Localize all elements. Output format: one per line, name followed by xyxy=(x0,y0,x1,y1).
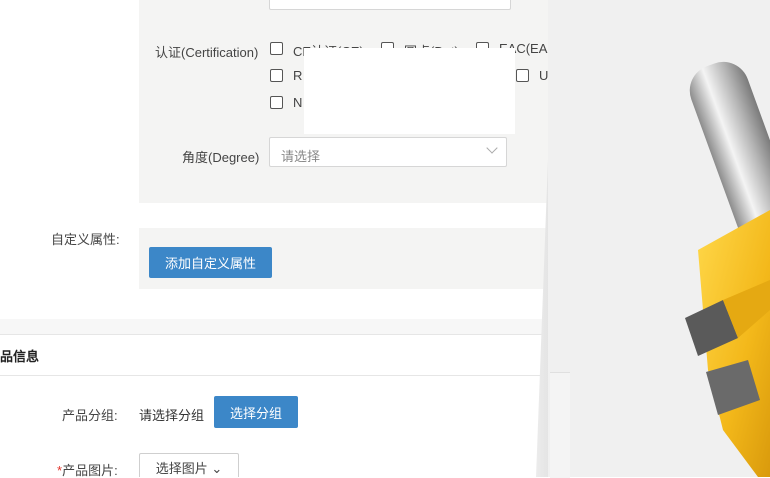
product-group-value: 请选择分组 xyxy=(139,408,205,423)
attribute-input-top[interactable] xyxy=(269,0,511,10)
divider xyxy=(0,334,562,335)
divider xyxy=(0,375,562,376)
degree-label: 角度(Degree) xyxy=(182,150,260,165)
degree-select-placeholder: 请选择 xyxy=(281,149,321,164)
checkbox-ul[interactable] xyxy=(516,69,529,82)
select-image-button[interactable]: 选择图片 ⌄ xyxy=(139,453,239,477)
certification-label: 认证(Certification) xyxy=(155,45,259,60)
degree-select[interactable]: 请选择 xyxy=(269,137,507,167)
router-bit-image xyxy=(548,0,770,477)
checkbox-n-label: N xyxy=(293,95,303,110)
checkbox-r-label: R xyxy=(293,68,303,83)
product-form: 认证(Certification) CE认证(CE) 圆点(Dot) EAC(E… xyxy=(0,0,562,477)
add-custom-attribute-button[interactable]: 添加自定义属性 xyxy=(149,247,272,278)
custom-attributes-label: 自定义属性: xyxy=(51,232,120,247)
checkbox-r[interactable] xyxy=(270,69,283,82)
product-group-label: 产品分组: xyxy=(62,408,118,423)
select-group-button[interactable]: 选择分组 xyxy=(214,396,298,428)
blank-popup-overlay xyxy=(304,48,515,134)
product-info-section-title: 品信息 xyxy=(0,349,40,364)
product-image-label-text: 产品图片: xyxy=(62,463,118,477)
product-preview-image xyxy=(548,0,770,477)
chevron-down-icon xyxy=(486,142,498,154)
overlay-panel-edge xyxy=(550,372,570,478)
checkbox-ce[interactable] xyxy=(270,42,283,55)
checkbox-n[interactable] xyxy=(270,96,283,109)
section-separator xyxy=(0,319,562,335)
chevron-down-icon: ⌄ xyxy=(211,460,223,476)
select-image-button-label: 选择图片 xyxy=(155,460,208,476)
product-image-label: *产品图片: xyxy=(57,460,118,477)
